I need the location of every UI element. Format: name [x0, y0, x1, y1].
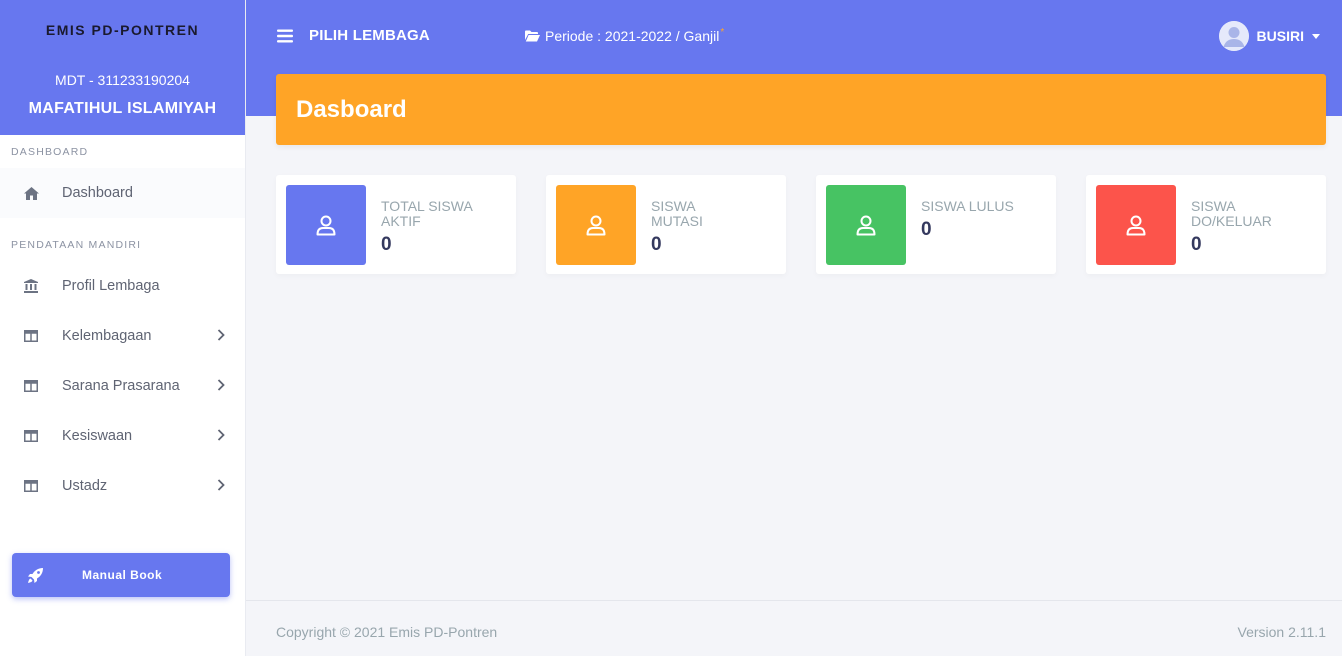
topbar: PILIH LEMBAGA Periode : 2021-2022 / Ganj…	[246, 0, 1342, 72]
sidebar: EMIS PD-PONTREN MDT - 311233190204 MAFAT…	[0, 0, 246, 656]
stat-title: SISWA DO/KELUAR	[1191, 198, 1272, 229]
sidebar-item-label: Dashboard	[62, 185, 133, 201]
chevron-right-icon	[217, 379, 225, 395]
footer: Copyright © 2021 Emis PD-Pontren Version…	[246, 600, 1342, 656]
stat-card-total-siswa-aktif: TOTAL SISWA AKTIF 0	[276, 175, 516, 274]
page-header: Dasboard	[276, 74, 1326, 145]
manual-book-button[interactable]: Manual Book	[12, 553, 230, 597]
sidebar-item-kesiswaan[interactable]: Kesiswaan	[0, 411, 245, 461]
sidebar-item-ustadz[interactable]: Ustadz	[0, 461, 245, 511]
caret-down-icon	[1312, 33, 1320, 39]
periode-marker: *	[720, 26, 725, 38]
sidebar-item-label: Profil Lembaga	[62, 278, 160, 294]
chevron-right-icon	[217, 329, 225, 345]
institution-code: MDT - 311233190204	[55, 72, 190, 88]
sidebar-item-kelembagaan[interactable]: Kelembagaan	[0, 311, 245, 361]
user-icon	[826, 185, 906, 265]
user-icon	[556, 185, 636, 265]
sidebar-item-label: Ustadz	[62, 478, 108, 494]
page-title: Dasboard	[296, 96, 407, 123]
pilih-lembaga-link[interactable]: PILIH LEMBAGA	[309, 27, 430, 44]
table-icon	[23, 428, 39, 444]
chevron-right-icon	[217, 479, 225, 495]
user-name: BUSIRI	[1256, 28, 1304, 44]
stat-title: SISWA LULUS	[921, 198, 1014, 214]
stat-card-siswa-lulus: SISWA LULUS 0	[816, 175, 1056, 274]
institution-name: MAFATIHUL ISLAMIYAH	[28, 100, 217, 117]
avatar	[1218, 21, 1249, 51]
manual-book-label: Manual Book	[82, 568, 163, 582]
stat-card-siswa-mutasi: SISWA MUTASI 0	[546, 175, 786, 274]
table-icon	[23, 328, 39, 344]
sidebar-item-dashboard[interactable]: Dashboard	[0, 168, 245, 218]
periode-text: Periode : 2021-2022 / Ganjil	[545, 28, 720, 44]
sidebar-brand: EMIS PD-PONTREN MDT - 311233190204 MAFAT…	[0, 0, 245, 135]
user-menu[interactable]: BUSIRI	[1218, 21, 1320, 51]
home-icon	[23, 185, 39, 201]
version-text: Version 2.11.1	[1237, 624, 1326, 640]
folder-open-icon	[525, 30, 540, 42]
menu-header-dashboard: DASHBOARD	[11, 146, 89, 158]
sidebar-item-label: Kelembagaan	[62, 328, 152, 344]
table-icon	[23, 378, 39, 394]
stat-value: 0	[1191, 234, 1202, 255]
chevron-right-icon	[217, 429, 225, 445]
stat-value: 0	[381, 234, 392, 255]
stat-card-siswa-do-keluar: SISWA DO/KELUAR 0	[1086, 175, 1326, 274]
sidebar-item-sarana-prasarana[interactable]: Sarana Prasarana	[0, 361, 245, 411]
sidebar-item-label: Sarana Prasarana	[62, 378, 180, 394]
table-icon	[23, 478, 39, 494]
user-icon	[286, 185, 366, 265]
menu-header-pendataan: PENDATAAN MANDIRI	[11, 239, 142, 251]
institution-icon	[23, 278, 39, 294]
stat-title: TOTAL SISWA AKTIF	[381, 198, 473, 229]
periode-indicator[interactable]: Periode : 2021-2022 / Ganjil *	[525, 26, 725, 44]
stat-value: 0	[921, 219, 932, 240]
sidebar-item-profil-lembaga[interactable]: Profil Lembaga	[0, 261, 245, 311]
user-icon	[1096, 185, 1176, 265]
copyright-text: Copyright © 2021 Emis PD-Pontren	[276, 624, 498, 640]
hamburger-menu-icon[interactable]	[277, 28, 293, 44]
sidebar-item-label: Kesiswaan	[62, 428, 133, 444]
app-name[interactable]: EMIS PD-PONTREN	[0, 0, 245, 38]
rocket-icon	[27, 566, 45, 584]
stat-title: SISWA MUTASI	[651, 198, 703, 229]
stat-value: 0	[651, 234, 662, 255]
